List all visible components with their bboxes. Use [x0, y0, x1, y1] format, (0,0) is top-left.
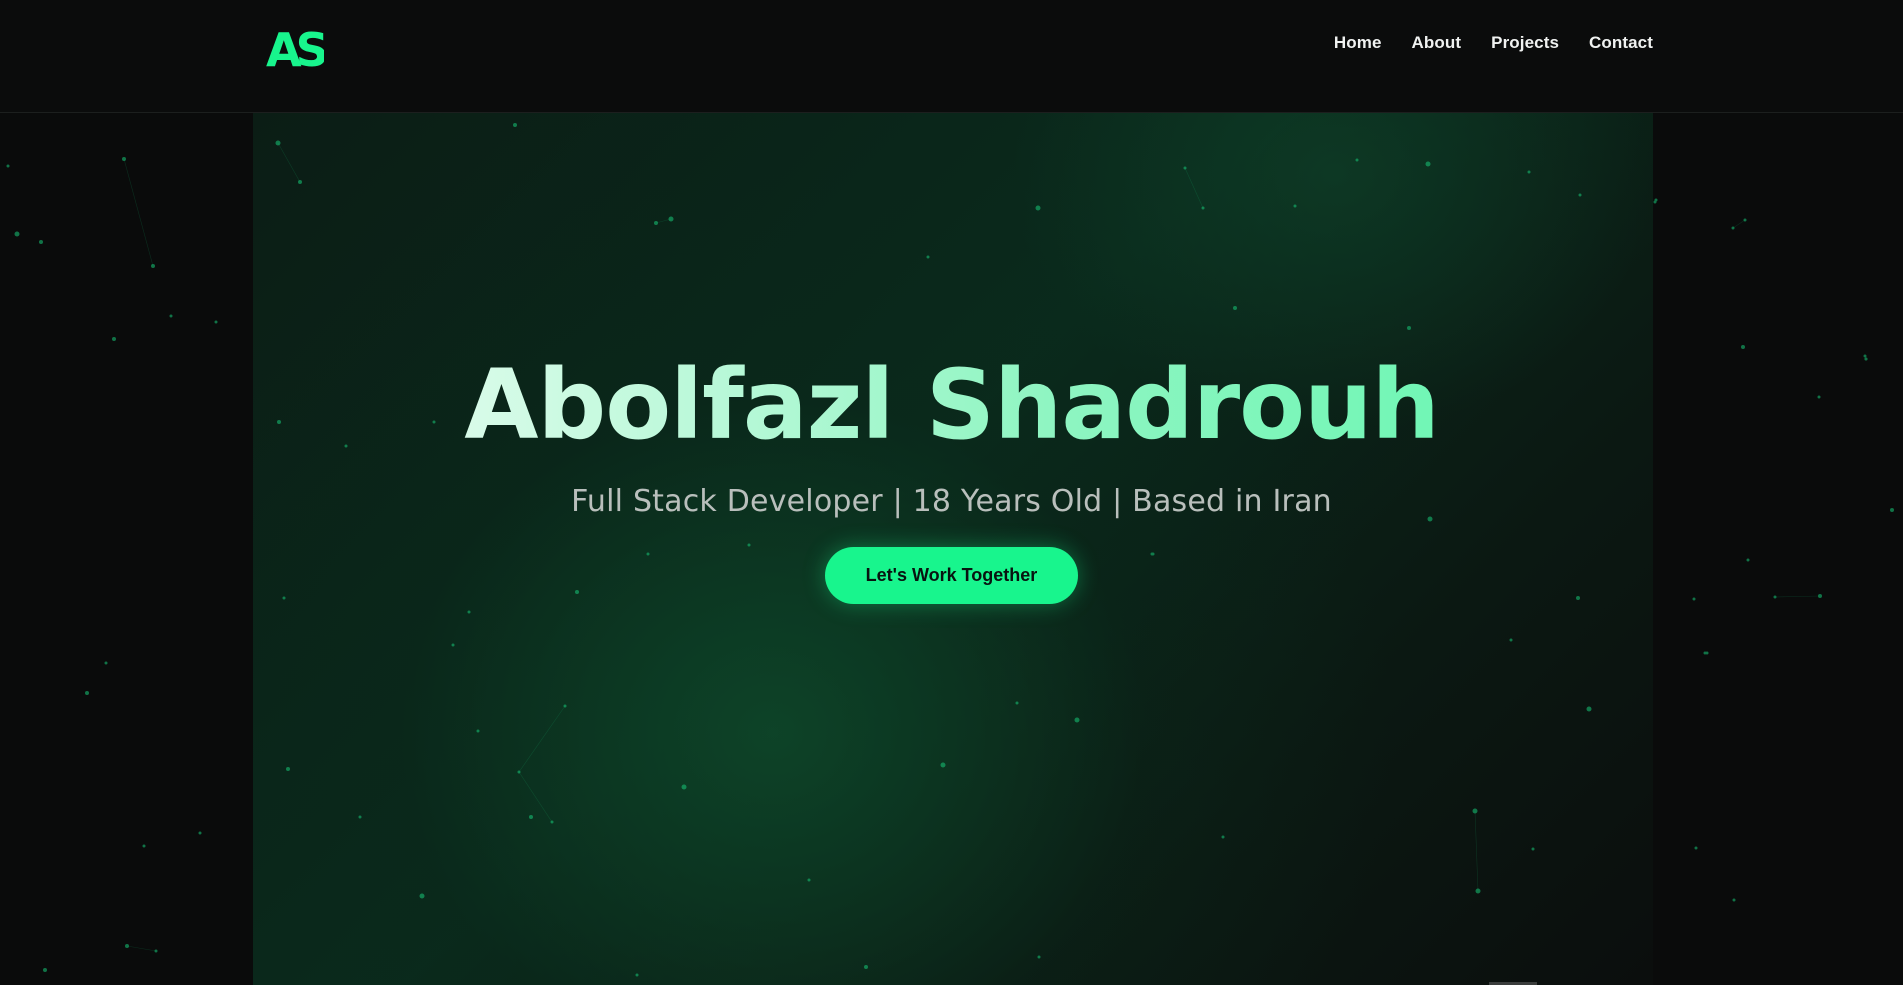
hero-subtitle: Full Stack Developer | 18 Years Old | Ba… — [571, 484, 1332, 519]
nav-about[interactable]: About — [1412, 33, 1462, 53]
hero-content: Abolfazl Shadrouh Full Stack Developer |… — [0, 350, 1903, 604]
main-nav: Home About Projects Contact — [1334, 33, 1653, 53]
nav-projects[interactable]: Projects — [1491, 33, 1559, 53]
logo-text: AS — [266, 24, 324, 72]
page: AS Home About Projects Contact Abolfazl … — [0, 0, 1903, 985]
hero-title: Abolfazl Shadrouh — [0, 350, 1903, 460]
nav-contact[interactable]: Contact — [1589, 33, 1653, 53]
nav-home[interactable]: Home — [1334, 33, 1382, 53]
logo[interactable]: AS — [266, 24, 324, 72]
work-together-button[interactable]: Let's Work Together — [825, 547, 1078, 604]
site-header: AS Home About Projects Contact — [0, 0, 1903, 113]
